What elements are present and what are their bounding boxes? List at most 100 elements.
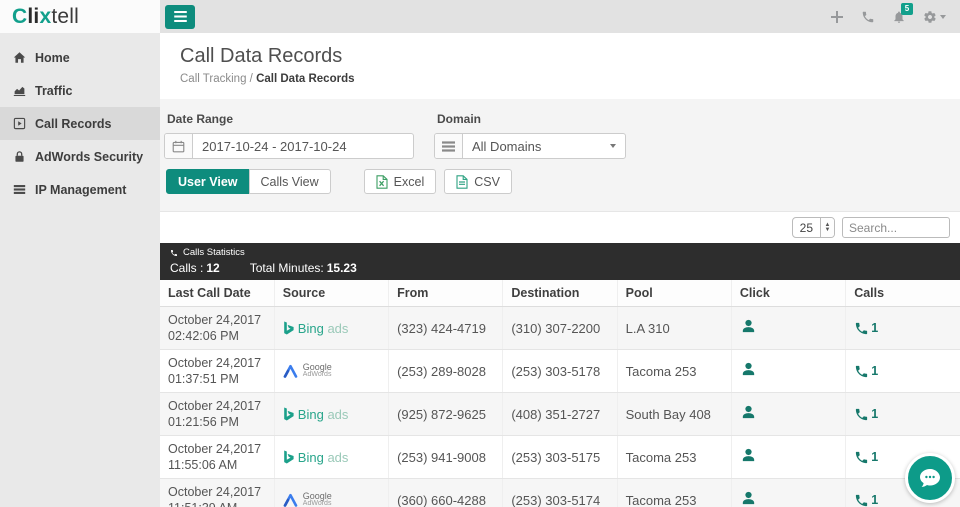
cell-calls: 1 xyxy=(846,307,960,350)
main-area: 5 Call Data Records Call Tracking / Call… xyxy=(160,0,960,507)
bing-icon xyxy=(283,407,294,421)
sidebar-item-traffic[interactable]: Traffic xyxy=(0,74,160,107)
cell-calls: 1 xyxy=(846,350,960,393)
cell-click xyxy=(731,307,845,350)
call-records-table: Last Call Date Source From Destination P… xyxy=(160,280,960,507)
bing-icon xyxy=(283,450,294,464)
settings-menu-button[interactable] xyxy=(923,10,946,24)
cell-calls: 1 xyxy=(846,393,960,436)
cell-source: GoogleAdWords xyxy=(274,350,388,393)
phone-icon xyxy=(854,493,869,507)
user-details-button[interactable] xyxy=(740,447,757,464)
person-icon xyxy=(740,361,757,378)
logo-strip: Clixtell xyxy=(0,0,160,33)
excel-export-button[interactable]: Excel xyxy=(364,169,437,194)
cell-from: (360) 660-4288 xyxy=(389,479,503,507)
breadcrumb-call-tracking[interactable]: Call Tracking xyxy=(180,73,246,85)
lock-icon xyxy=(13,150,26,163)
home-icon xyxy=(13,51,26,64)
calls-count-button[interactable]: 1 xyxy=(854,321,952,336)
column-click[interactable]: Click xyxy=(731,280,845,307)
user-details-button[interactable] xyxy=(740,361,757,378)
cell-source: Bing ads xyxy=(274,436,388,479)
plus-icon xyxy=(830,10,844,24)
user-details-button[interactable] xyxy=(740,318,757,335)
sidebar-item-call-records[interactable]: Call Records xyxy=(0,107,160,140)
sidebar-item-label: IP Management xyxy=(35,183,126,197)
stats-calls: Calls :12 xyxy=(170,261,220,275)
column-destination[interactable]: Destination xyxy=(503,280,617,307)
person-icon xyxy=(740,490,757,507)
table-row: October 24,201702:42:06 PMBing ads(323) … xyxy=(160,307,960,350)
column-from[interactable]: From xyxy=(389,280,503,307)
table-row: October 24,201711:55:06 AMBing ads(253) … xyxy=(160,436,960,479)
cell-click xyxy=(731,393,845,436)
excel-file-icon xyxy=(376,175,388,189)
column-source[interactable]: Source xyxy=(274,280,388,307)
page-header: Call Data Records Call Tracking / Call D… xyxy=(160,33,960,99)
spinner-arrows-icon: ▲▼ xyxy=(820,218,834,237)
records-icon xyxy=(13,117,26,130)
person-icon xyxy=(740,447,757,464)
add-button[interactable] xyxy=(830,10,844,24)
phone-icon xyxy=(854,321,869,336)
sidebar-item-label: AdWords Security xyxy=(35,150,143,164)
clixtell-logo: Clixtell xyxy=(12,5,79,29)
table-card: 25 ▲▼ Calls Statistics Calls :12 Total M… xyxy=(160,211,960,507)
source-google-adwords: GoogleAdWords xyxy=(283,363,380,379)
search-input[interactable] xyxy=(842,217,950,238)
user-view-button[interactable]: User View xyxy=(166,169,250,194)
column-calls[interactable]: Calls xyxy=(846,280,960,307)
stats-title: Calls Statistics xyxy=(183,247,245,258)
hamburger-icon xyxy=(174,11,187,22)
page-size-select[interactable]: 25 ▲▼ xyxy=(792,217,835,238)
table-row: October 24,201711:51:39 AMGoogleAdWords(… xyxy=(160,479,960,507)
google-adwords-icon xyxy=(283,493,298,507)
sidebar-item-label: Traffic xyxy=(35,84,73,98)
calls-view-button[interactable]: Calls View xyxy=(249,169,331,194)
source-google-adwords: GoogleAdWords xyxy=(283,492,380,507)
phone-icon xyxy=(854,450,869,465)
calls-count-button[interactable]: 1 xyxy=(854,407,952,422)
cell-destination: (253) 303-5174 xyxy=(503,479,617,507)
source-bing-ads: Bing ads xyxy=(283,407,380,422)
sidebar-item-ip-management[interactable]: IP Management xyxy=(0,173,160,206)
sidebar-item-adwords-security[interactable]: AdWords Security xyxy=(0,140,160,173)
notifications-button[interactable]: 5 xyxy=(892,10,906,24)
calls-statistics-bar: Calls Statistics Calls :12 Total Minutes… xyxy=(160,243,960,280)
cell-destination: (253) 303-5178 xyxy=(503,350,617,393)
table-row: October 24,201701:21:56 PMBing ads(925) … xyxy=(160,393,960,436)
user-details-button[interactable] xyxy=(740,404,757,421)
domain-select[interactable]: All Domains xyxy=(434,133,626,159)
traffic-icon xyxy=(13,84,26,97)
filter-labels-row: Date Range Domain xyxy=(164,112,945,133)
domain-label: Domain xyxy=(437,112,481,126)
cell-last-call-date: October 24,201701:21:56 PM xyxy=(160,393,274,436)
sidebar-item-label: Home xyxy=(35,51,70,65)
google-adwords-icon xyxy=(283,364,298,378)
domain-selected-value: All Domains xyxy=(463,134,610,158)
live-chat-button[interactable] xyxy=(905,453,955,503)
calls-count-button[interactable]: 1 xyxy=(854,364,952,379)
gear-icon xyxy=(923,10,937,24)
sidebar-item-home[interactable]: Home xyxy=(0,41,160,74)
cell-pool: Tacoma 253 xyxy=(617,479,731,507)
filters-panel: Date Range Domain All Domains xyxy=(160,99,960,211)
cell-click xyxy=(731,350,845,393)
csv-export-button[interactable]: CSV xyxy=(444,169,512,194)
calls-shortcut-button[interactable] xyxy=(861,10,875,24)
table-controls: 25 ▲▼ xyxy=(160,212,960,243)
column-last-call-date[interactable]: Last Call Date xyxy=(160,280,274,307)
calendar-icon xyxy=(165,134,193,158)
cell-from: (323) 424-4719 xyxy=(389,307,503,350)
cell-destination: (408) 351-2727 xyxy=(503,393,617,436)
phone-icon xyxy=(854,364,869,379)
column-pool[interactable]: Pool xyxy=(617,280,731,307)
chat-bubble-icon xyxy=(917,465,943,491)
cell-pool: L.A 310 xyxy=(617,307,731,350)
sidebar-toggle-button[interactable] xyxy=(165,5,195,29)
notification-badge: 5 xyxy=(901,3,913,15)
user-details-button[interactable] xyxy=(740,490,757,507)
date-range-input[interactable] xyxy=(193,134,413,158)
phone-icon xyxy=(170,249,178,257)
